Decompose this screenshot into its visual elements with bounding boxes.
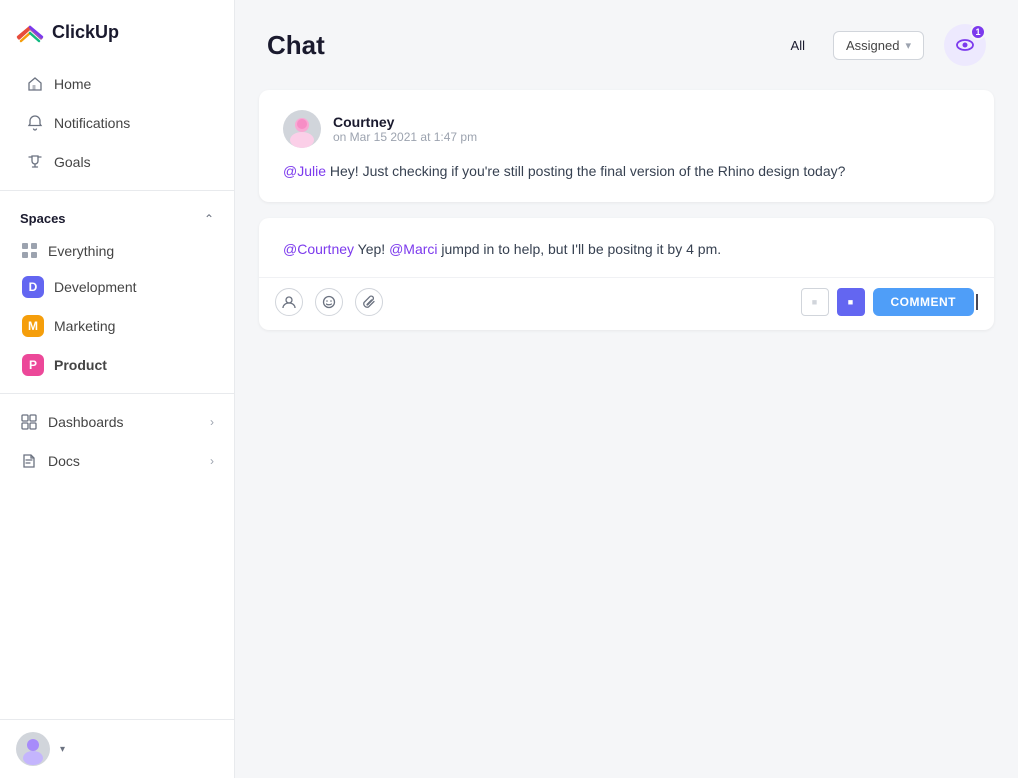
clickup-logo-icon: [16, 18, 44, 46]
dashboards-chevron-icon: ›: [210, 415, 214, 429]
sidebar-bottom: Dashboards › Docs ›: [0, 393, 234, 489]
spaces-section: Spaces ⌃ Everything D Development M Mark…: [0, 190, 234, 389]
dashboards-icon: [20, 413, 38, 431]
message-time-1: on Mar 15 2021 at 1:47 pm: [333, 130, 477, 144]
docs-chevron-icon: ›: [210, 454, 214, 468]
home-icon: [26, 75, 44, 93]
message-meta-1: Courtney on Mar 15 2021 at 1:47 pm: [333, 114, 477, 144]
message-text-1: Hey! Just checking if you're still posti…: [326, 163, 845, 179]
space-everything-label: Everything: [48, 243, 114, 259]
dashboards-label: Dashboards: [48, 414, 124, 430]
trophy-icon: [26, 153, 44, 171]
bell-icon: [26, 114, 44, 132]
message-card-1: Courtney on Mar 15 2021 at 1:47 pm @Juli…: [259, 90, 994, 202]
courtney-avatar: [283, 110, 321, 148]
sidebar-item-dashboards[interactable]: Dashboards ›: [12, 403, 222, 441]
sidebar: ClickUp Home Notifications Goals Spaces …: [0, 0, 235, 778]
notifications-label: Notifications: [54, 115, 130, 131]
space-development-label: Development: [54, 279, 137, 295]
reply-actions: [275, 288, 383, 316]
product-badge: P: [22, 354, 44, 376]
message-author-1: Courtney: [333, 114, 477, 130]
emoji-btn[interactable]: [315, 288, 343, 316]
space-product-label: Product: [54, 357, 107, 373]
filter-all-btn[interactable]: All: [783, 34, 813, 57]
spaces-header[interactable]: Spaces ⌃: [12, 203, 222, 234]
space-marketing-label: Marketing: [54, 318, 115, 334]
spaces-title: Spaces: [20, 211, 66, 226]
reply-text2: jumpd in to help, but I'll be positng it…: [438, 241, 722, 257]
user-chevron-icon: ▾: [60, 744, 65, 755]
assigned-label: Assigned: [846, 38, 899, 53]
cursor-indicator: [976, 294, 978, 310]
space-item-development[interactable]: D Development: [12, 268, 222, 306]
docs-label: Docs: [48, 453, 80, 469]
space-item-marketing[interactable]: M Marketing: [12, 307, 222, 345]
chevron-down-icon: ⌃: [204, 212, 214, 226]
user-footer[interactable]: ▾: [0, 719, 234, 778]
chat-messages-area: Courtney on Mar 15 2021 at 1:47 pm @Juli…: [235, 82, 1018, 778]
chat-title: Chat: [267, 30, 763, 61]
docs-icon: [20, 452, 38, 470]
main-content: Chat All Assigned ▾ 1 Courtney on M: [235, 0, 1018, 778]
mention-marci: @Marci: [389, 241, 437, 257]
comment-button[interactable]: COMMENT: [873, 288, 975, 316]
sidebar-item-docs[interactable]: Docs ›: [12, 442, 222, 480]
space-item-everything[interactable]: Everything: [12, 235, 222, 267]
message-header-1: Courtney on Mar 15 2021 at 1:47 pm: [283, 110, 970, 148]
format-btn-2[interactable]: ■: [837, 288, 865, 316]
reply-body: @Courtney Yep! @Marci jumpd in to help, …: [259, 218, 994, 276]
message-body-1: @Julie Hey! Just checking if you're stil…: [283, 160, 970, 182]
marketing-badge: M: [22, 315, 44, 337]
attachment-btn[interactable]: [355, 288, 383, 316]
attach-person-btn[interactable]: [275, 288, 303, 316]
sidebar-item-home[interactable]: Home: [6, 65, 228, 103]
chat-header: Chat All Assigned ▾ 1: [235, 0, 1018, 82]
view-notification-btn[interactable]: 1: [944, 24, 986, 66]
space-item-product[interactable]: P Product: [12, 346, 222, 384]
assigned-dropdown[interactable]: Assigned ▾: [833, 31, 924, 60]
logo-area[interactable]: ClickUp: [0, 0, 234, 60]
grid-icon: [22, 243, 38, 259]
goals-label: Goals: [54, 154, 91, 170]
notification-count-badge: 1: [970, 24, 986, 40]
home-label: Home: [54, 76, 91, 92]
reply-footer: ■ ■ COMMENT: [259, 277, 994, 330]
reply-right-actions: ■ ■ COMMENT: [801, 288, 979, 316]
assigned-chevron-icon: ▾: [905, 39, 911, 52]
reply-text1: Yep!: [354, 241, 389, 257]
app-name: ClickUp: [52, 22, 119, 43]
user-avatar: [16, 732, 50, 766]
sidebar-item-goals[interactable]: Goals: [6, 143, 228, 181]
reply-card: @Courtney Yep! @Marci jumpd in to help, …: [259, 218, 994, 329]
sidebar-item-notifications[interactable]: Notifications: [6, 104, 228, 142]
main-nav: Home Notifications Goals: [0, 60, 234, 186]
development-badge: D: [22, 276, 44, 298]
format-btn-1[interactable]: ■: [801, 288, 829, 316]
mention-courtney: @Courtney: [283, 241, 354, 257]
mention-julie: @Julie: [283, 163, 326, 179]
